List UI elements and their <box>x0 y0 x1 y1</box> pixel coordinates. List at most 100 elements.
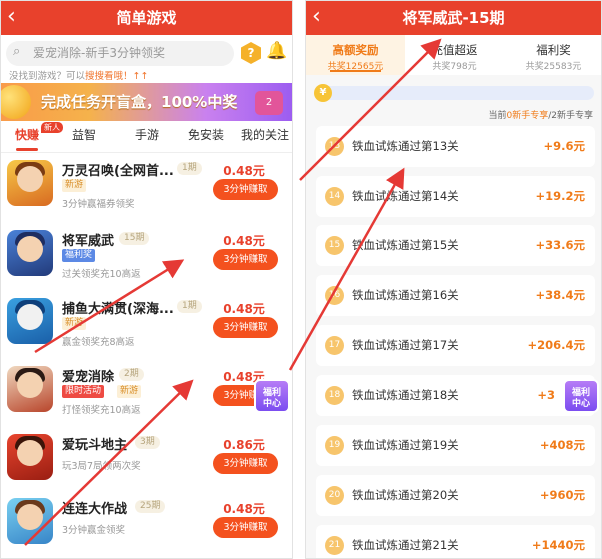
category-tabs: 快赚 新人 益智 手游 免安装 我的关注 <box>1 122 292 153</box>
earn-button[interactable]: 3分钟赚取 <box>213 179 278 200</box>
game-icon <box>7 230 53 276</box>
tag-limited: 限时活动 <box>62 385 105 398</box>
task-row[interactable]: 15 铁血试炼通过第15关 +33.6元 <box>316 225 595 266</box>
earn-button[interactable]: 3分钟赚取 <box>213 317 278 338</box>
current-value: 0新手专享 <box>506 111 549 121</box>
earn-button[interactable]: 3分钟赚取 <box>213 517 278 538</box>
reward-tabs: 高额奖励 共奖12565元 充值超返 共奖798元 福利奖 共奖25583元 <box>306 35 601 75</box>
game-desc: 3分钟赢金领奖 <box>62 525 126 536</box>
tab-label: 快赚 <box>14 128 39 142</box>
hint-arrows: ↑↑ <box>132 71 149 82</box>
task-row[interactable]: 19 铁血试炼通过第19关 +408元 <box>316 425 595 466</box>
game-detail-screen: ‹ 将军威武-15期 高额奖励 共奖12565元 充值超返 共奖798元 福利奖… <box>305 0 602 559</box>
level-number: 17 <box>325 336 344 355</box>
task-label: 铁血试炼通过第19关 <box>352 438 459 452</box>
task-row[interactable]: 21 铁血试炼通过第21关 +1440元 <box>316 525 595 558</box>
level-number: 20 <box>325 486 344 505</box>
badge-line: 中心 <box>571 399 590 409</box>
search-icon: ⌕ <box>13 44 21 59</box>
game-desc: 过关领奖充10高返 <box>62 269 141 280</box>
tab-recharge-return[interactable]: 充值超返 共奖798元 <box>405 35 504 75</box>
level-number: 16 <box>325 286 344 305</box>
game-desc: 打怪领奖充10高返 <box>62 405 141 416</box>
page-title: 简单游戏 <box>116 9 177 27</box>
task-reward: +3 <box>537 388 555 402</box>
task-row[interactable]: 18 铁血试炼通过第18关 +3 <box>316 375 595 416</box>
tab-high-reward[interactable]: 高额奖励 共奖12565元 <box>306 35 405 75</box>
reward-amount: 0.48元 <box>223 302 265 316</box>
tab-wodeguanzhu[interactable]: 我的关注 <box>237 123 292 153</box>
task-reward: +19.2元 <box>535 189 585 203</box>
game-item[interactable]: 捕鱼大满贯(深海... 1期 新游 赢金领奖充8高返 0.48元 3分钟赚取 <box>1 293 292 357</box>
task-reward: +33.6元 <box>535 238 585 252</box>
task-label: 铁血试炼通过第13关 <box>352 139 459 153</box>
welfare-center-button[interactable]: 福利 中心 <box>254 379 290 413</box>
game-name: 万灵召唤(全网首... <box>62 164 174 179</box>
promo-banner[interactable]: 完成任务开盲盒，100%中奖 2 <box>1 83 292 121</box>
task-label: 铁血试炼通过第16关 <box>352 288 459 302</box>
new-user-badge: 新人 <box>41 122 63 133</box>
help-icon[interactable]: ? <box>241 42 261 64</box>
active-tab-indicator <box>16 148 38 151</box>
tag-new: 新游 <box>62 179 87 192</box>
task-row[interactable]: 13 铁血试炼通过第13关 +9.6元 <box>316 126 595 167</box>
task-row[interactable]: 20 铁血试炼通过第20关 +960元 <box>316 475 595 516</box>
search-placeholder: 爱宠消除-新手3分钟领奖 <box>33 46 165 60</box>
page-title: 将军威武-15期 <box>402 9 505 27</box>
current-total: /2新手专享 <box>548 111 593 121</box>
coins-icon <box>1 85 31 119</box>
left-header: ‹ 简单游戏 <box>1 1 292 35</box>
earn-button[interactable]: 3分钟赚取 <box>213 249 278 270</box>
hint-link[interactable]: 搜搜看哦！ <box>85 71 133 82</box>
game-desc: 赢金领奖充8高返 <box>62 337 135 348</box>
coin-icon: ¥ <box>314 84 332 102</box>
period-badge: 25期 <box>135 500 166 513</box>
tab-subtitle: 共奖25583元 <box>525 62 582 72</box>
period-badge: 1期 <box>177 162 202 175</box>
task-label: 铁血试炼通过第17关 <box>352 338 459 352</box>
badge-line: 福利 <box>571 388 590 398</box>
task-reward: +1440元 <box>531 538 585 552</box>
level-number: 13 <box>325 137 344 156</box>
task-row[interactable]: 14 铁血试炼通过第14关 +19.2元 <box>316 176 595 217</box>
game-icon <box>7 366 53 412</box>
tab-welfare[interactable]: 福利奖 共奖25583元 <box>504 35 601 75</box>
search-hint: 没找到游戏？可以搜搜看哦！↑↑ <box>9 68 148 82</box>
game-item[interactable]: 将军威武 15期 福利奖 过关领奖充10高返 0.48元 3分钟赚取 <box>1 225 292 289</box>
tag-fuli: 福利奖 <box>62 249 96 262</box>
task-row[interactable]: 16 铁血试炼通过第16关 +38.4元 <box>316 275 595 316</box>
task-label: 铁血试炼通过第18关 <box>352 388 459 402</box>
period-badge: 2期 <box>119 368 144 381</box>
task-reward: +408元 <box>539 438 585 452</box>
reward-amount: 0.48元 <box>223 234 265 248</box>
task-reward: +9.6元 <box>543 139 585 153</box>
game-icon <box>7 160 53 206</box>
game-item[interactable]: 爱宠消除 2期 限时活动 新游 打怪领奖充10高返 0.48元 3分钟赚取 <box>1 361 292 425</box>
game-name: 爱宠消除 <box>62 370 115 385</box>
game-item[interactable]: 爱玩斗地主 3期 玩3局7局领两次奖 0.86元 3分钟赚取 <box>1 429 292 493</box>
tab-kuaizhuan[interactable]: 快赚 新人 <box>5 122 63 153</box>
game-name: 将军威武 <box>62 234 115 249</box>
task-row[interactable]: 17 铁血试炼通过第17关 +206.4元 <box>316 325 595 366</box>
game-desc: 3分钟赢福券领奖 <box>62 199 135 210</box>
badge-line: 福利 <box>262 388 281 398</box>
search-input[interactable]: ⌕ 爱宠消除-新手3分钟领奖 <box>6 41 234 66</box>
game-item[interactable]: 万灵召唤(全网首... 1期 新游 3分钟赢福券领奖 0.48元 3分钟赚取 <box>1 155 292 219</box>
gift-box-icon: 2 <box>255 91 283 115</box>
bell-icon[interactable]: 🔔 <box>266 41 287 61</box>
progress-bar: ¥ <box>314 84 594 102</box>
tab-title: 充值超返 <box>431 43 478 57</box>
reward-amount: 0.48元 <box>223 502 265 516</box>
game-item[interactable]: 连连大作战 25期 3分钟赢金领奖 0.48元 3分钟赚取 <box>1 493 292 557</box>
earn-button[interactable]: 3分钟赚取 <box>213 453 278 474</box>
tab-mianzhuang[interactable]: 免安装 <box>180 123 232 153</box>
level-number: 14 <box>325 187 344 206</box>
tab-shouyou[interactable]: 手游 <box>126 123 168 153</box>
banner-text: 完成任务开盲盒，100%中奖 <box>41 93 238 111</box>
tab-yizhi[interactable]: 益智 <box>63 123 105 153</box>
task-label: 铁血试炼通过第15关 <box>352 238 459 252</box>
period-badge: 3期 <box>135 436 160 449</box>
tag-new: 新游 <box>117 385 142 398</box>
welfare-center-button[interactable]: 福利 中心 <box>563 379 599 413</box>
task-label: 铁血试炼通过第20关 <box>352 488 459 502</box>
